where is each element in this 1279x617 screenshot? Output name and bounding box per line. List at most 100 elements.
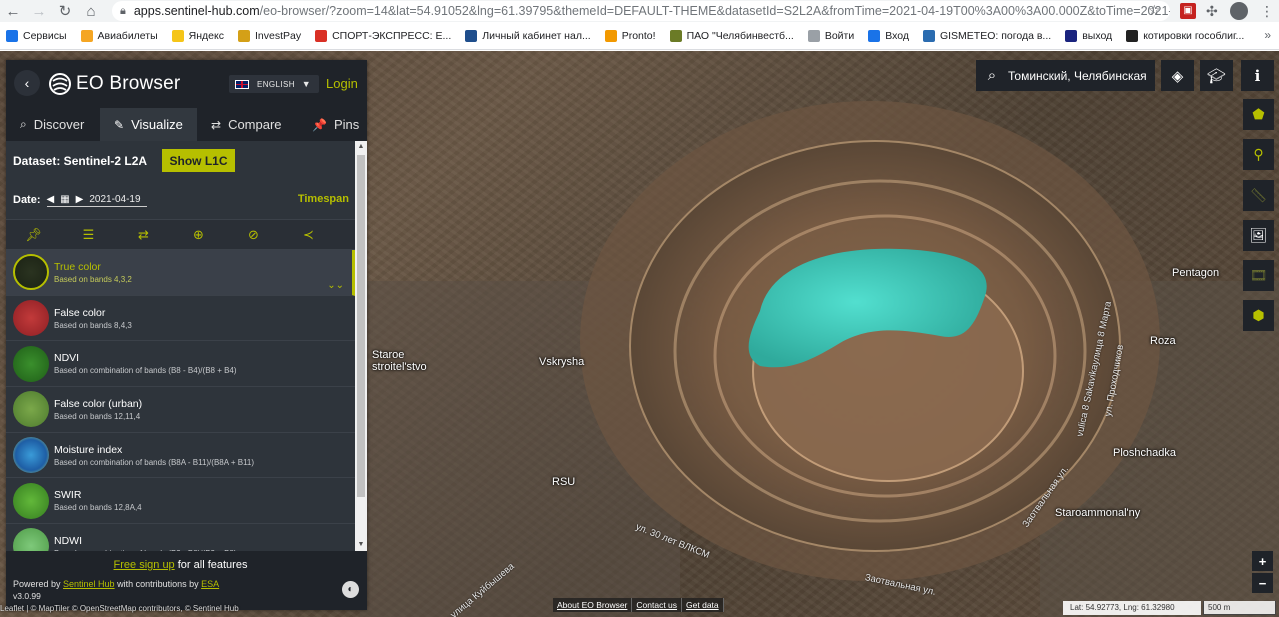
scroll-thumb[interactable] <box>357 155 365 497</box>
compare-icon[interactable]: ⇄ <box>116 227 171 243</box>
bookmark-item[interactable]: ПАО "Челябинвестб... <box>669 29 794 42</box>
pin-icon[interactable]: 📌︎ <box>6 227 61 243</box>
language-select[interactable]: ENGLISH ▼ <box>229 75 319 93</box>
browser-toolbar: ← → ↻ ⌂ 🔒︎ apps.sentinel-hub.com/eo-brow… <box>0 0 1279 22</box>
layer-item[interactable]: False color Based on bands 8,4,3 <box>6 296 355 342</box>
image-download-icon: 🖼︎ <box>1249 227 1268 243</box>
tab-label: Compare <box>228 117 282 132</box>
layer-list-scrollbar[interactable]: ▲ ▼ <box>355 141 367 551</box>
measure-button[interactable]: 📏︎ <box>1243 180 1274 211</box>
bookmark-favicon-icon <box>80 29 93 42</box>
bookmark-item[interactable]: Сервисы <box>6 29 67 42</box>
timespan-link[interactable]: Timespan <box>298 193 349 205</box>
browser-menu-icon[interactable]: ⋮ <box>1260 3 1276 19</box>
prev-date-icon[interactable]: ◀ <box>47 194 55 205</box>
home-icon[interactable]: ⌂ <box>78 0 104 22</box>
map-footer-link[interactable]: Get data <box>682 598 724 612</box>
zoom-in-button[interactable]: + <box>1252 551 1273 571</box>
lock-icon: 🔒︎ <box>120 4 126 17</box>
url-host: apps.sentinel-hub.com <box>133 4 260 18</box>
bookmark-star-icon[interactable]: ☆ <box>1148 2 1161 19</box>
collapse-panel-button[interactable]: ‹ <box>14 70 40 96</box>
extensions-puzzle-icon[interactable]: ✣ <box>1206 3 1222 19</box>
tab-compare[interactable]: ⇄ Compare <box>197 108 298 141</box>
layer-item[interactable]: Moisture index Based on combination of b… <box>6 433 355 479</box>
address-bar[interactable]: 🔒︎ apps.sentinel-hub.com/eo-browser/?zoo… <box>112 1 1170 21</box>
zoom-out-button[interactable]: − <box>1252 573 1273 593</box>
tab-label: Visualize <box>131 117 183 132</box>
bookmark-item[interactable]: Войти <box>807 29 854 42</box>
layer-toolbar: 📌︎ ☰ ⇄ ⊕ ⊘ ≺ <box>6 219 355 250</box>
esa-link[interactable]: ESA <box>201 579 219 589</box>
bookmark-label: ПАО "Челябинвестб... <box>686 29 794 42</box>
forward-arrow-icon[interactable]: → <box>26 0 52 22</box>
share-icon[interactable]: ≺ <box>281 227 336 243</box>
bookmark-item[interactable]: СПОРТ-ЭКСПРЕСС: Е... <box>315 29 451 42</box>
download-image-button[interactable]: 🖼︎ <box>1243 220 1274 251</box>
bookmark-item[interactable]: выход <box>1065 29 1112 42</box>
compare-icon: ⇄ <box>211 117 222 132</box>
map-place-label: RSU <box>552 476 576 488</box>
bookmark-label: Авиабилеты <box>97 29 158 42</box>
bookmark-label: Сервисы <box>23 29 67 42</box>
bookmark-label: InvestPay <box>254 29 302 42</box>
3d-button[interactable]: ⬢ <box>1243 300 1274 331</box>
next-date-icon[interactable]: ▶ <box>76 194 84 205</box>
bookmark-item[interactable]: InvestPay <box>237 29 302 42</box>
sliders-icon[interactable]: ☰ <box>61 227 116 243</box>
tutorial-button[interactable]: 🎓︎ <box>1200 60 1233 91</box>
location-search[interactable]: ⌕ Томинский, Челябинская <box>976 60 1155 91</box>
bookmark-item[interactable]: Вход <box>868 29 909 42</box>
date-picker[interactable]: ◀ ▦ ▶ 2021-04-19 <box>46 194 147 207</box>
layer-item[interactable]: False color (urban) Based on bands 12,11… <box>6 387 355 433</box>
bookmark-item[interactable]: Яндекс <box>171 29 224 42</box>
search-icon[interactable]: ⌕ <box>976 67 1008 84</box>
cookie-icon[interactable]: ◐ <box>342 581 359 598</box>
place-marker-button[interactable]: ⚲ <box>1243 139 1274 170</box>
layer-item[interactable]: NDWI Based on combination of bands (B3 -… <box>6 524 355 551</box>
profile-avatar-icon[interactable] <box>1230 2 1248 20</box>
bookmark-item[interactable]: Личный кабинет нал... <box>465 29 591 42</box>
reload-icon[interactable]: ↻ <box>52 0 78 22</box>
bookmark-item[interactable]: Pronto! <box>604 29 656 42</box>
layer-name: NDVI <box>54 352 80 365</box>
layer-thumbnail <box>13 437 49 474</box>
bookmarks-overflow-icon[interactable]: » <box>1264 28 1271 42</box>
back-arrow-icon[interactable]: ← <box>0 0 26 22</box>
layer-description: Based on bands 12,8A,4 <box>54 503 142 513</box>
scroll-down-icon[interactable]: ▼ <box>355 539 367 551</box>
extension-red-icon[interactable]: ▣ <box>1180 3 1196 19</box>
info-button[interactable]: i <box>1241 60 1274 91</box>
tab-pins[interactable]: 📌 Pins <box>298 108 365 141</box>
map-place-label: Vskrysha <box>539 356 585 368</box>
bookmark-item[interactable]: GISMETEO: погода в... <box>922 29 1052 42</box>
free-signup-link[interactable]: Free sign up <box>114 559 175 571</box>
draw-polygon-button[interactable]: ⬟ <box>1243 99 1274 130</box>
layers-button[interactable]: ◈ <box>1161 60 1194 91</box>
layer-item[interactable]: SWIR Based on bands 12,8A,4 <box>6 478 355 525</box>
eye-slash-icon[interactable]: ⊘ <box>226 227 281 243</box>
layer-item[interactable]: True color Based on bands 4,3,2 ⌄⌄ <box>6 250 355 296</box>
bookmarks-bar: Сервисы Авиабилеты Яндекс InvestPay СПОРТ-ЭК… <box>0 22 1279 50</box>
map-footer-link[interactable]: About EO Browser <box>553 598 633 612</box>
scroll-up-icon[interactable]: ▲ <box>355 141 367 153</box>
bookmark-label: GISMETEO: погода в... <box>939 29 1052 42</box>
timelapse-button[interactable]: 🎞︎ <box>1243 260 1274 291</box>
map-place-label: Pentagon <box>1172 267 1220 279</box>
map-footer-link[interactable]: Contact us <box>632 598 683 612</box>
bookmark-item[interactable]: Авиабилеты <box>80 29 158 42</box>
tab-discover[interactable]: ⌕ Discover <box>6 108 100 141</box>
calendar-icon[interactable]: ▦ <box>60 194 69 205</box>
map-place-label: Roza <box>1150 335 1176 347</box>
tab-visualize[interactable]: ✎ Visualize <box>100 108 197 141</box>
sentinel-hub-link[interactable]: Sentinel Hub <box>63 579 115 589</box>
login-link[interactable]: Login <box>326 76 358 91</box>
show-l1c-button[interactable]: Show L1C <box>162 149 235 172</box>
bookmark-item[interactable]: котировки гособлиг... <box>1126 29 1244 42</box>
date-value[interactable]: 2021-04-19 <box>89 194 140 205</box>
layer-item[interactable]: NDVI Based on combination of bands (B8 -… <box>6 341 355 388</box>
expand-chevron-icon[interactable]: ⌄⌄ <box>327 280 344 291</box>
crosshair-icon[interactable]: ⊕ <box>171 227 226 243</box>
layer-description: Based on bands 12,11,4 <box>54 411 141 421</box>
search-value[interactable]: Томинский, Челябинская <box>1008 69 1148 83</box>
